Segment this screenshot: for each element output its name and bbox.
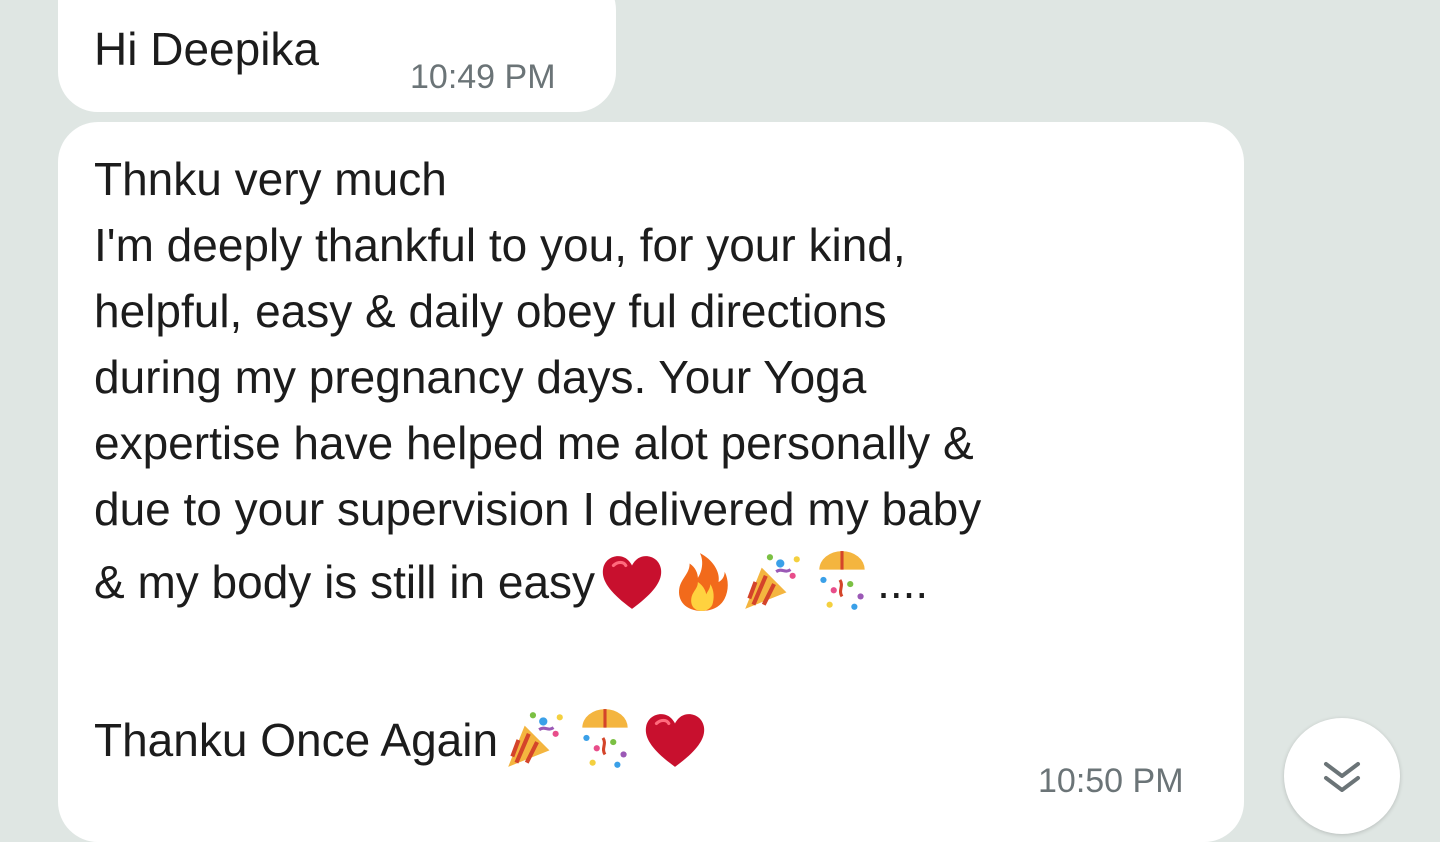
- message-ellipsis: ....: [877, 556, 929, 608]
- message-bubble-incoming[interactable]: Thnku very much I'm deeply thankful to y…: [58, 122, 1244, 842]
- message-line-with-emojis: Thanku Once Again: [94, 700, 981, 780]
- message-timestamp: 10:50 PM: [1038, 762, 1184, 800]
- message-line: Thanku Once Again: [94, 714, 499, 766]
- party-popper-icon: [739, 549, 805, 615]
- message-line: Thnku very much: [94, 153, 447, 205]
- message-line: during my pregnancy days. Your Yoga: [94, 351, 867, 403]
- confetti-ball-icon: [572, 707, 638, 773]
- message-line: expertise have helped me alot personally…: [94, 417, 974, 469]
- confetti-ball-icon: [809, 549, 875, 615]
- party-popper-icon: [502, 707, 568, 773]
- message-line: due to your supervision I delivered my b…: [94, 483, 982, 535]
- message-line: & my body is still in easy: [94, 556, 596, 608]
- message-text: Hi Deepika: [94, 23, 319, 75]
- red-heart-icon: [599, 549, 665, 615]
- scroll-to-bottom-button[interactable]: [1284, 718, 1400, 834]
- message-timestamp: 10:49 PM: [410, 58, 556, 96]
- message-bubble-incoming[interactable]: Hi Deepika 10:49 PM: [58, 0, 616, 112]
- message-line: I'm deeply thankful to you, for your kin…: [94, 219, 906, 271]
- message-line: helpful, easy & daily obey ful direction…: [94, 285, 887, 337]
- double-chevron-down-icon: [1324, 762, 1360, 792]
- message-body: Thnku very much I'm deeply thankful to y…: [94, 146, 981, 780]
- message-line-with-emojis: & my body is still in easy ....: [94, 542, 981, 622]
- red-heart-icon: [642, 707, 708, 773]
- bubble-tail: [88, 0, 122, 6]
- fire-icon: [669, 549, 735, 615]
